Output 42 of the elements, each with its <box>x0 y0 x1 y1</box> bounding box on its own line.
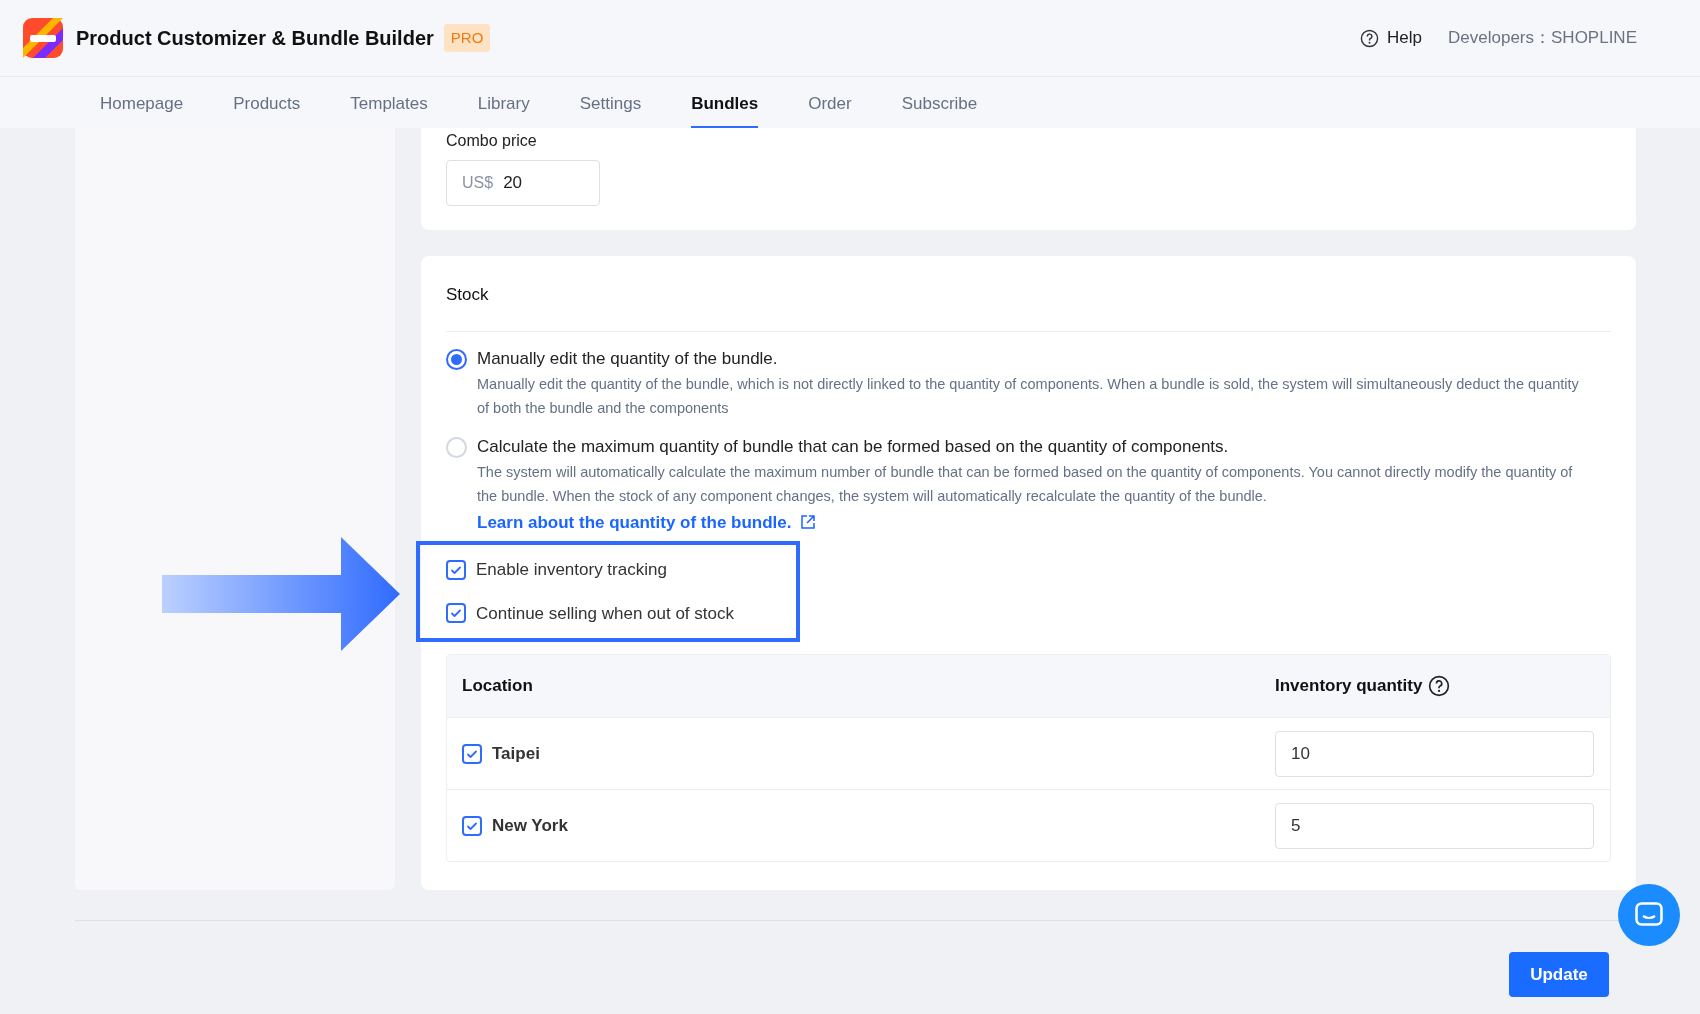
chat-icon <box>1635 902 1663 928</box>
checkbox[interactable] <box>446 603 466 624</box>
currency-prefix: US$ <box>462 173 494 193</box>
checkbox[interactable] <box>462 815 482 836</box>
stock-title: Stock <box>446 282 1611 332</box>
price-value: 20 <box>503 172 523 195</box>
nav-tab[interactable]: Library <box>477 77 530 128</box>
checkbox[interactable] <box>462 743 482 764</box>
checkmark-icon <box>450 607 462 620</box>
checkbox-label: Enable inventory tracking <box>476 559 667 581</box>
learn-more-link[interactable]: Learn about the quantity of the bundle. <box>477 509 816 535</box>
location-name: Taipei <box>492 742 540 765</box>
nav-tab[interactable]: Products <box>233 77 301 128</box>
developer-label: Developers： <box>1448 27 1551 50</box>
nav-tab[interactable]: Templates <box>350 77 428 128</box>
help-link[interactable]: Help <box>1360 25 1422 51</box>
pro-badge: PRO <box>443 23 491 53</box>
radio-button[interactable] <box>446 348 467 370</box>
quantity-field[interactable]: 5 <box>1275 802 1594 849</box>
app-title: Product Customizer & Bundle Builder <box>76 26 434 51</box>
nav-tab[interactable]: Order <box>808 77 852 128</box>
radio-description: The system will automatically calculate the maximum number of bundle that can be formed based on the quantity of components. You cannot directly modify the quantity of the bundle. When the stock of any component changes, the system will automatically recalculate the quantity of the bundle. <box>477 462 1574 506</box>
radio-label: Manually edit the quantity of the bundle. <box>477 347 779 370</box>
app-logo-icon <box>23 18 63 58</box>
checkbox[interactable] <box>446 559 466 580</box>
quantity-field[interactable]: 10 <box>1275 730 1594 777</box>
nav-tab[interactable]: Homepage <box>100 77 184 128</box>
radio-description: Manually edit the quantity of the bundle, which is not directly linked to the quantity of components. When a bundle is sold, the system will simultaneously deduct the quantity of both the bundle and the components <box>477 374 1580 418</box>
checkbox-label: Continue selling when out of stock <box>476 602 734 625</box>
update-button[interactable]: Update <box>1509 952 1609 997</box>
nav-tab[interactable]: Subscribe <box>901 77 978 128</box>
developer-name: SHOPLINE <box>1551 27 1637 50</box>
location-name: New York <box>492 814 568 837</box>
nav-tab[interactable]: Settings <box>579 77 642 128</box>
column-header: Inventory quantity <box>1275 675 1423 698</box>
combo-price-field[interactable]: US$ 20 <box>446 160 600 206</box>
combo-price-label: Combo price <box>446 132 538 150</box>
column-header: Location <box>462 675 534 698</box>
radio-label: Calculate the maximum quantity of bundle that can be formed based on the quantity of components. <box>477 435 1230 458</box>
help-icon[interactable] <box>1428 675 1451 697</box>
help-icon <box>1360 28 1380 48</box>
external-link-icon <box>799 514 816 531</box>
